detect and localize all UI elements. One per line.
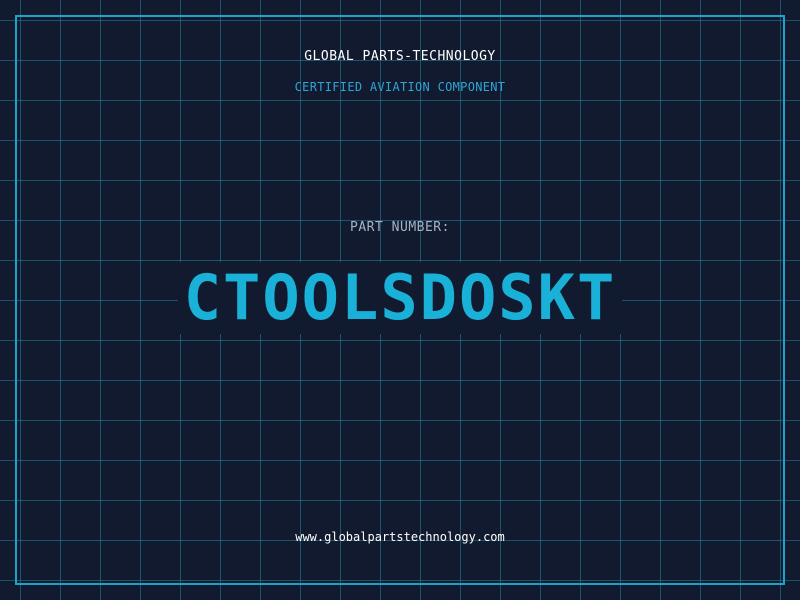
part-number-container: CTOOLSDOSKT	[0, 262, 800, 334]
part-number-value: CTOOLSDOSKT	[177, 262, 623, 334]
part-number-label: PART NUMBER:	[350, 220, 450, 235]
company-name: GLOBAL PARTS-TECHNOLOGY	[304, 49, 496, 64]
website-url: www.globalpartstechnology.com	[295, 530, 505, 544]
tagline: CERTIFIED AVIATION COMPONENT	[294, 80, 506, 94]
